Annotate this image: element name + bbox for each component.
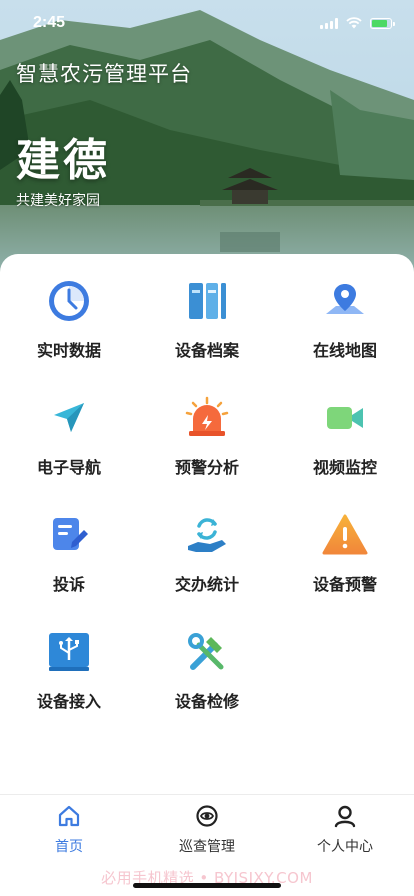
user-icon bbox=[334, 805, 356, 828]
video-camera-icon bbox=[322, 395, 368, 441]
nav-home[interactable]: 首页 bbox=[0, 795, 138, 859]
menu-label: 设备预警 bbox=[312, 575, 377, 594]
menu-device-archive[interactable]: 设备档案 bbox=[138, 278, 276, 360]
menu-device-access[interactable]: 设备接入 bbox=[0, 629, 138, 711]
status-icons bbox=[320, 17, 395, 29]
menu-label: 交办统计 bbox=[174, 575, 239, 594]
navigation-arrow-icon bbox=[46, 395, 92, 441]
hero-slogan: 共建美好家园 bbox=[16, 193, 100, 209]
handover-refresh-icon bbox=[184, 512, 230, 558]
nav-personal-center[interactable]: 个人中心 bbox=[276, 795, 414, 859]
cellular-signal-icon bbox=[320, 18, 338, 29]
function-grid: 实时数据 设备档案 在线地图 电子导航 预警分析 视频监控 投诉 交办统计 设备… bbox=[0, 278, 414, 711]
menu-video-monitoring[interactable]: 视频监控 bbox=[276, 395, 414, 477]
menu-online-map[interactable]: 在线地图 bbox=[276, 278, 414, 360]
home-indicator[interactable] bbox=[133, 883, 281, 888]
status-time: 2:45 bbox=[33, 14, 66, 31]
alarm-siren-icon bbox=[184, 395, 230, 441]
repair-tools-icon bbox=[184, 629, 230, 675]
bottom-navigation-bar: 首页 巡查管理 个人中心 必用手机精选 • BYJSJXY.COM bbox=[0, 794, 414, 896]
menu-label: 设备档案 bbox=[174, 341, 239, 360]
menu-label: 实时数据 bbox=[36, 341, 101, 360]
app-title: 智慧农污管理平台 bbox=[16, 62, 192, 86]
nav-patrol-management[interactable]: 巡查管理 bbox=[138, 795, 276, 859]
menu-label: 电子导航 bbox=[36, 458, 101, 477]
menu-label: 预警分析 bbox=[174, 458, 239, 477]
edit-document-icon bbox=[46, 512, 92, 558]
map-pin-icon bbox=[322, 278, 368, 324]
home-icon bbox=[58, 805, 80, 827]
usb-device-icon bbox=[46, 629, 92, 675]
status-bar: 2:45 bbox=[0, 0, 414, 44]
menu-complaint[interactable]: 投诉 bbox=[0, 512, 138, 594]
eye-icon bbox=[196, 805, 218, 827]
nav-label: 个人中心 bbox=[317, 839, 373, 855]
menu-electronic-navigation[interactable]: 电子导航 bbox=[0, 395, 138, 477]
function-panel: 实时数据 设备档案 在线地图 电子导航 预警分析 视频监控 投诉 交办统计 设备… bbox=[0, 254, 414, 794]
warning-triangle-icon bbox=[322, 512, 368, 558]
nav-label: 巡查管理 bbox=[179, 839, 235, 855]
menu-label: 投诉 bbox=[52, 575, 85, 594]
clock-icon bbox=[46, 278, 92, 324]
menu-device-repair[interactable]: 设备检修 bbox=[138, 629, 276, 711]
menu-realtime-data[interactable]: 实时数据 bbox=[0, 278, 138, 360]
wifi-icon bbox=[346, 17, 362, 29]
menu-alert-analysis[interactable]: 预警分析 bbox=[138, 395, 276, 477]
menu-label: 在线地图 bbox=[312, 341, 377, 360]
menu-assignment-statistics[interactable]: 交办统计 bbox=[138, 512, 276, 594]
archive-icon bbox=[184, 278, 230, 324]
hero-city-name: 建德 bbox=[16, 135, 110, 186]
nav-label: 首页 bbox=[55, 839, 83, 855]
menu-label: 设备接入 bbox=[36, 692, 101, 711]
menu-label: 设备检修 bbox=[174, 692, 239, 711]
battery-icon bbox=[370, 18, 395, 29]
menu-device-warning[interactable]: 设备预警 bbox=[276, 512, 414, 594]
menu-label: 视频监控 bbox=[312, 458, 377, 477]
